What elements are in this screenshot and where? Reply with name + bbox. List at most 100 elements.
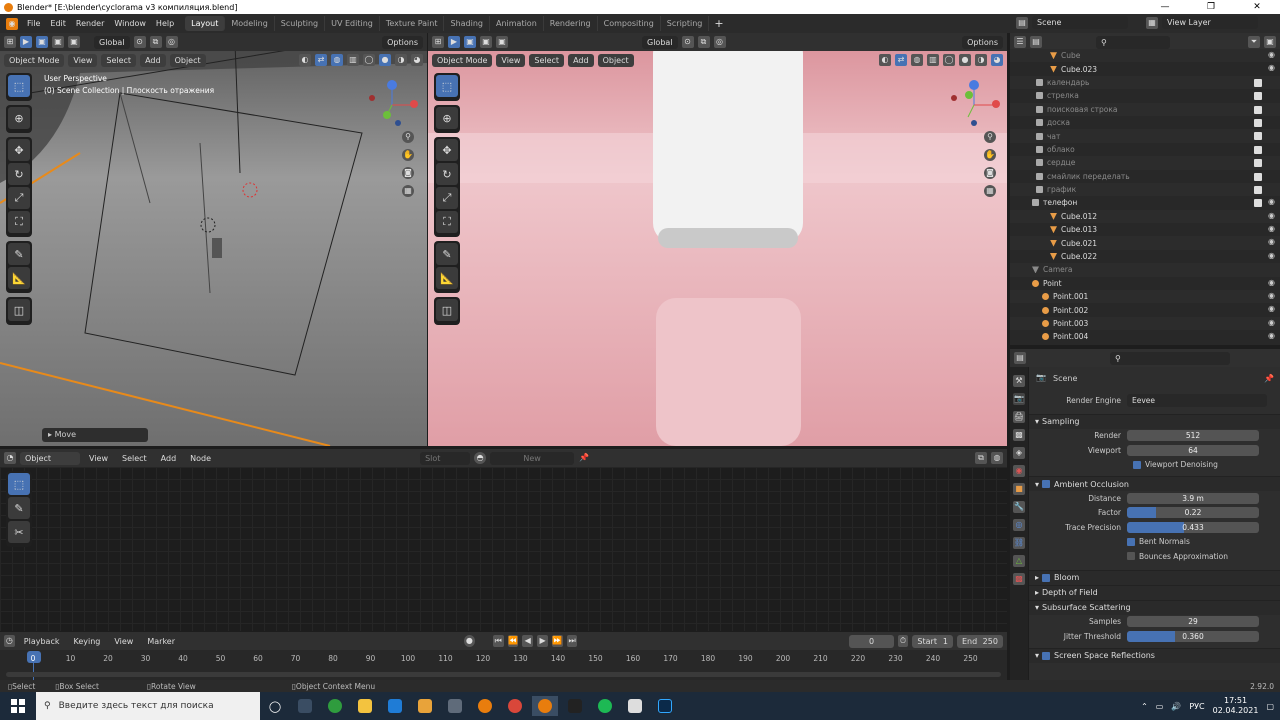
material-tab-icon[interactable]: ▩ bbox=[1013, 573, 1025, 585]
exclude-checkbox[interactable] bbox=[1254, 118, 1262, 127]
pin-icon[interactable]: 📌 bbox=[578, 452, 590, 464]
chrome-icon[interactable] bbox=[502, 696, 528, 716]
shading-solid-icon[interactable]: ● bbox=[959, 54, 971, 66]
end-frame-field[interactable]: End 250 bbox=[956, 634, 1003, 648]
taskbar-search-box[interactable]: ⚲ Введите здесь текст для поиска bbox=[36, 692, 260, 720]
menu-help[interactable]: Help bbox=[151, 19, 179, 28]
gizmo-toggle-icon[interactable]: ⇄ bbox=[895, 54, 907, 66]
spotify-icon[interactable] bbox=[592, 696, 618, 716]
outliner-row[interactable]: Point.002 ◉ bbox=[1010, 303, 1280, 317]
pan-hand-icon[interactable]: ✋ bbox=[984, 149, 996, 161]
eye-icon[interactable]: ◉ bbox=[1268, 304, 1275, 313]
overlay-toggle-icon[interactable]: ◍ bbox=[911, 54, 923, 66]
measure-tool-icon[interactable]: 📐 bbox=[436, 267, 458, 289]
eye-icon[interactable]: ◉ bbox=[1268, 318, 1275, 327]
view-menu[interactable]: View bbox=[109, 635, 138, 648]
jump-start-icon[interactable]: ⏮ bbox=[492, 635, 504, 647]
select-box-tool-icon[interactable]: ⬚ bbox=[8, 75, 30, 97]
scene-tab-icon[interactable]: ◈ bbox=[1013, 447, 1025, 459]
scale-tool-icon[interactable]: ⤢ bbox=[8, 187, 30, 209]
timeline-scrollbar[interactable] bbox=[6, 672, 1001, 677]
shading-wireframe-icon[interactable]: ◯ bbox=[943, 54, 955, 66]
select-mode-icon[interactable]: ▶ bbox=[20, 36, 32, 48]
exclude-checkbox[interactable] bbox=[1254, 78, 1262, 87]
tab-modeling[interactable]: Modeling bbox=[225, 16, 275, 31]
exclude-checkbox[interactable] bbox=[1254, 105, 1262, 114]
slot-selector[interactable]: Slot bbox=[420, 451, 471, 465]
display-mode-icon[interactable]: ▤ bbox=[1030, 36, 1042, 48]
zoom-icon[interactable]: ⚲ bbox=[984, 131, 996, 143]
play-icon[interactable]: ▶ bbox=[537, 635, 548, 647]
calculator-icon[interactable] bbox=[442, 696, 468, 716]
object-menu[interactable]: Object bbox=[597, 53, 634, 67]
next-key-icon[interactable]: ⏩ bbox=[551, 635, 563, 647]
outliner-row[interactable]: Cube.022 ◉ bbox=[1010, 249, 1280, 264]
world-tab-icon[interactable]: ◉ bbox=[1013, 465, 1025, 477]
scene-icon[interactable]: ▤ bbox=[1016, 16, 1028, 29]
outliner-row[interactable]: облако bbox=[1010, 142, 1280, 157]
outliner-row[interactable]: график bbox=[1010, 182, 1280, 197]
minimize-icon[interactable]: — bbox=[1142, 0, 1188, 14]
close-icon[interactable]: ✕ bbox=[1234, 0, 1280, 14]
outliner-row[interactable]: Cube.013 ◉ bbox=[1010, 223, 1280, 237]
bounces-approx-checkbox[interactable] bbox=[1127, 552, 1135, 561]
select-mode-icon[interactable]: ▶ bbox=[448, 36, 460, 48]
pivot-point-icon[interactable]: ⊙ bbox=[133, 36, 146, 48]
view-menu[interactable]: View bbox=[496, 53, 526, 67]
timeline-ruler[interactable]: 0 10 20 30 40 50 60 70 80 90 100 110 120 130 140 150 160… bbox=[0, 650, 1007, 680]
eye-icon[interactable]: ◉ bbox=[1268, 278, 1275, 287]
add-cube-tool-icon[interactable]: ◫ bbox=[436, 299, 458, 321]
hidden-icons-chevron-icon[interactable]: ⌃ bbox=[1141, 702, 1148, 711]
ao-distance-field[interactable]: 3.9 m bbox=[1127, 492, 1259, 504]
eye-icon[interactable]: ◉ bbox=[1268, 224, 1275, 233]
eye-icon[interactable]: ◉ bbox=[1268, 63, 1275, 72]
add-workspace-icon[interactable]: + bbox=[709, 17, 728, 30]
view-menu[interactable]: View bbox=[68, 53, 98, 67]
annotate-tool-icon[interactable]: ✎ bbox=[436, 243, 458, 265]
unity-app-icon[interactable] bbox=[562, 696, 588, 716]
output-tab-icon[interactable]: 🖨 bbox=[1013, 411, 1025, 423]
xray-icon[interactable]: ▥ bbox=[927, 54, 939, 66]
snap-icon[interactable]: ⧉ bbox=[149, 36, 162, 48]
exclude-checkbox[interactable] bbox=[1254, 185, 1262, 194]
view-menu[interactable]: View bbox=[84, 452, 113, 465]
jump-end-icon[interactable]: ⏭ bbox=[566, 635, 578, 647]
ao-title[interactable]: Ambient Occlusion bbox=[1054, 480, 1129, 489]
shading-material-icon[interactable]: ◑ bbox=[395, 54, 407, 66]
select-extend-icon[interactable]: ▣ bbox=[52, 36, 64, 48]
blender-app-icon-1[interactable] bbox=[472, 696, 498, 716]
physics-tab-icon[interactable]: ◎ bbox=[1013, 519, 1025, 531]
dof-title[interactable]: Depth of Field bbox=[1042, 588, 1098, 597]
select-menu[interactable]: Select bbox=[529, 53, 565, 67]
add-menu[interactable]: Add bbox=[156, 452, 182, 465]
annotate-tool-icon[interactable]: ✎ bbox=[8, 497, 30, 519]
notifications-icon[interactable]: ▢ bbox=[1266, 702, 1274, 711]
tab-uv-editing[interactable]: UV Editing bbox=[325, 16, 380, 31]
bloom-checkbox[interactable] bbox=[1042, 573, 1051, 582]
playback-menu[interactable]: Playback bbox=[19, 635, 65, 648]
measure-tool-icon[interactable]: 📐 bbox=[8, 267, 30, 289]
editor-type-icon[interactable]: ◔ bbox=[4, 452, 16, 464]
sampling-title[interactable]: Sampling bbox=[1042, 417, 1079, 426]
link-cut-tool-icon[interactable]: ✂ bbox=[8, 521, 30, 543]
eye-icon[interactable]: ◉ bbox=[1268, 197, 1275, 206]
collapse-icon[interactable]: ▾ bbox=[1035, 480, 1039, 489]
menu-window[interactable]: Window bbox=[109, 19, 151, 28]
exclude-checkbox[interactable] bbox=[1254, 199, 1262, 208]
shading-solid-icon[interactable]: ● bbox=[379, 54, 391, 66]
outliner-row[interactable]: Cube.021 ◉ bbox=[1010, 236, 1280, 250]
start-frame-field[interactable]: Start 1 bbox=[912, 634, 953, 648]
tool-tab-icon[interactable]: ⚒ bbox=[1013, 375, 1025, 387]
viewport-right[interactable]: ⚲ ✋ ◙ ▦ ⬚ ⊕ ✥ ↻ ⤢ ⛶ ✎ 📐 ◫ bbox=[428, 33, 1007, 446]
zoom-icon[interactable]: ⚲ bbox=[402, 131, 414, 143]
object-tab-icon[interactable]: ■ bbox=[1013, 483, 1025, 495]
ao-trace-slider[interactable]: 0.433 bbox=[1127, 521, 1259, 533]
paint-app-icon[interactable] bbox=[412, 696, 438, 716]
add-menu[interactable]: Add bbox=[140, 53, 166, 67]
tab-animation[interactable]: Animation bbox=[490, 16, 544, 31]
select-new-icon[interactable]: ▣ bbox=[464, 36, 476, 48]
render-samples-field[interactable]: 512 bbox=[1127, 430, 1259, 442]
exclude-checkbox[interactable] bbox=[1254, 92, 1262, 101]
editor-type-icon[interactable]: ⊞ bbox=[432, 36, 444, 48]
xray-icon[interactable]: ▥ bbox=[347, 54, 359, 66]
